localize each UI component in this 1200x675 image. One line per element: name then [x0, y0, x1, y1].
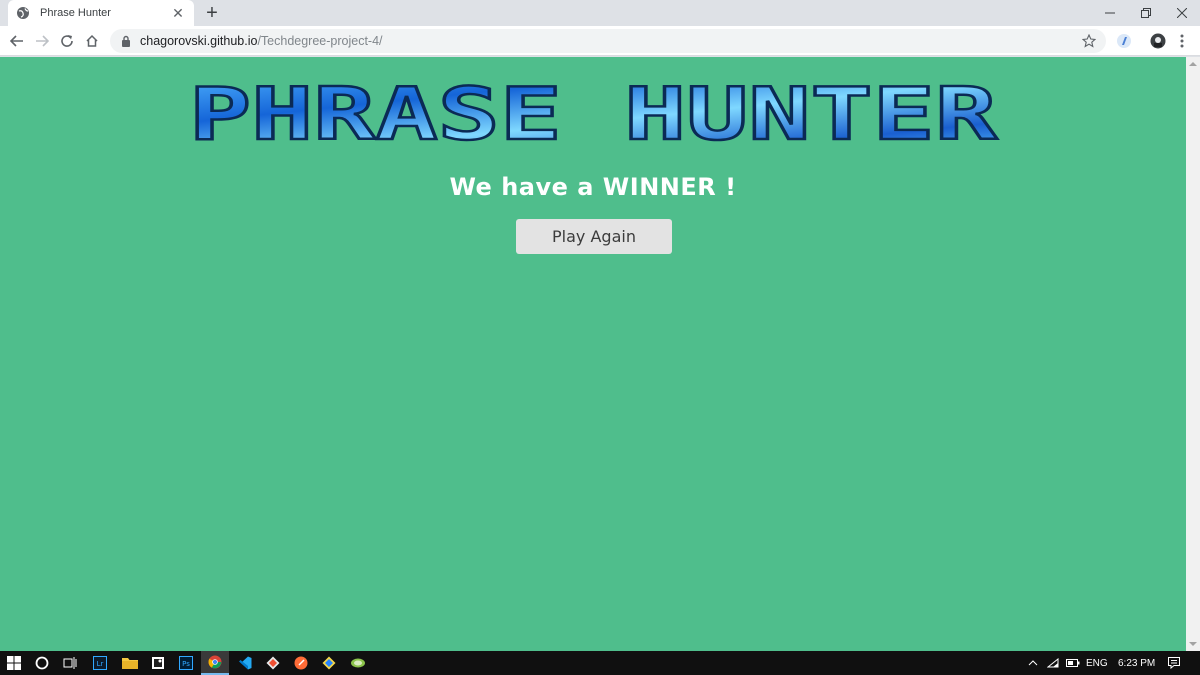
arrow-right-icon [36, 35, 49, 47]
tab-strip: Phrase Hunter ✕ + [0, 0, 1200, 26]
svg-text:Lr: Lr [97, 660, 104, 668]
svg-text:Ps: Ps [182, 660, 190, 668]
maximize-button[interactable] [1128, 0, 1164, 26]
play-again-button[interactable]: Play Again [516, 219, 672, 254]
windows-taskbar: Lr Ps ENG 6:23 PM [0, 651, 1200, 675]
git-icon[interactable] [259, 651, 287, 675]
home-icon [86, 34, 98, 47]
lock-icon [120, 35, 132, 47]
url-host: chagorovski.github.io [140, 34, 258, 48]
win-message: We have a WINNER ! [449, 173, 737, 201]
battery-icon[interactable] [1066, 651, 1080, 675]
arrow-left-icon [10, 35, 23, 47]
browser-window: Phrase Hunter ✕ + chagorovski.github.io/… [0, 0, 1200, 675]
chrome-icon[interactable] [201, 651, 229, 675]
lightroom-icon[interactable]: Lr [86, 651, 114, 675]
wifi-icon[interactable] [1047, 651, 1059, 675]
language-indicator[interactable]: ENG [1086, 651, 1108, 675]
vscode-icon[interactable] [231, 651, 259, 675]
photoshop-icon[interactable]: Ps [172, 651, 200, 675]
globe-icon [16, 6, 30, 20]
browser-toolbar: chagorovski.github.io/Techdegree-project… [0, 26, 1200, 56]
forward-button[interactable] [31, 30, 53, 52]
clock-time[interactable]: 6:23 PM [1118, 651, 1155, 675]
task-view-icon[interactable] [56, 651, 84, 675]
scroll-up-arrow-icon[interactable] [1186, 57, 1200, 71]
search-circle-icon[interactable] [28, 651, 56, 675]
tab-title: Phrase Hunter [40, 7, 111, 19]
minimize-button[interactable] [1092, 0, 1128, 26]
page-viewport: PHRASE HUNTER We have a WINNER ! Play Ag… [0, 57, 1186, 651]
page-scrollbar[interactable] [1186, 57, 1200, 651]
url-path: /Techdegree-project-4/ [257, 34, 383, 48]
bookmark-star-icon[interactable] [1080, 32, 1098, 50]
close-tab-icon[interactable]: ✕ [170, 5, 186, 21]
scroll-down-arrow-icon[interactable] [1186, 637, 1200, 651]
windows-start-icon[interactable] [0, 651, 28, 675]
page-title: PHRASE HUNTER [189, 75, 998, 153]
profile-avatar[interactable] [1148, 31, 1168, 51]
phrase-hunter-logo: PHRASE HUNTER [188, 75, 999, 153]
show-hidden-icons-icon[interactable] [1028, 651, 1038, 675]
home-button[interactable] [81, 30, 103, 52]
file-explorer-icon[interactable] [116, 651, 144, 675]
page-header: PHRASE HUNTER [0, 75, 1186, 153]
reload-icon [61, 35, 73, 47]
back-button[interactable] [6, 30, 28, 52]
browser-tab[interactable]: Phrase Hunter ✕ [8, 0, 194, 26]
new-tab-button[interactable]: + [202, 3, 222, 23]
close-window-button[interactable] [1164, 0, 1200, 26]
action-center-icon[interactable] [1168, 651, 1180, 675]
postman-icon[interactable] [287, 651, 315, 675]
photo-app-icon[interactable] [144, 651, 172, 675]
reload-button[interactable] [56, 30, 78, 52]
url-text: chagorovski.github.io/Techdegree-project… [140, 34, 383, 48]
extension-icon[interactable] [1114, 31, 1134, 51]
tortoise-icon[interactable] [344, 651, 372, 675]
more-menu-icon[interactable] [1172, 31, 1192, 51]
address-bar[interactable]: chagorovski.github.io/Techdegree-project… [110, 29, 1106, 53]
sourcetree-icon[interactable] [315, 651, 343, 675]
